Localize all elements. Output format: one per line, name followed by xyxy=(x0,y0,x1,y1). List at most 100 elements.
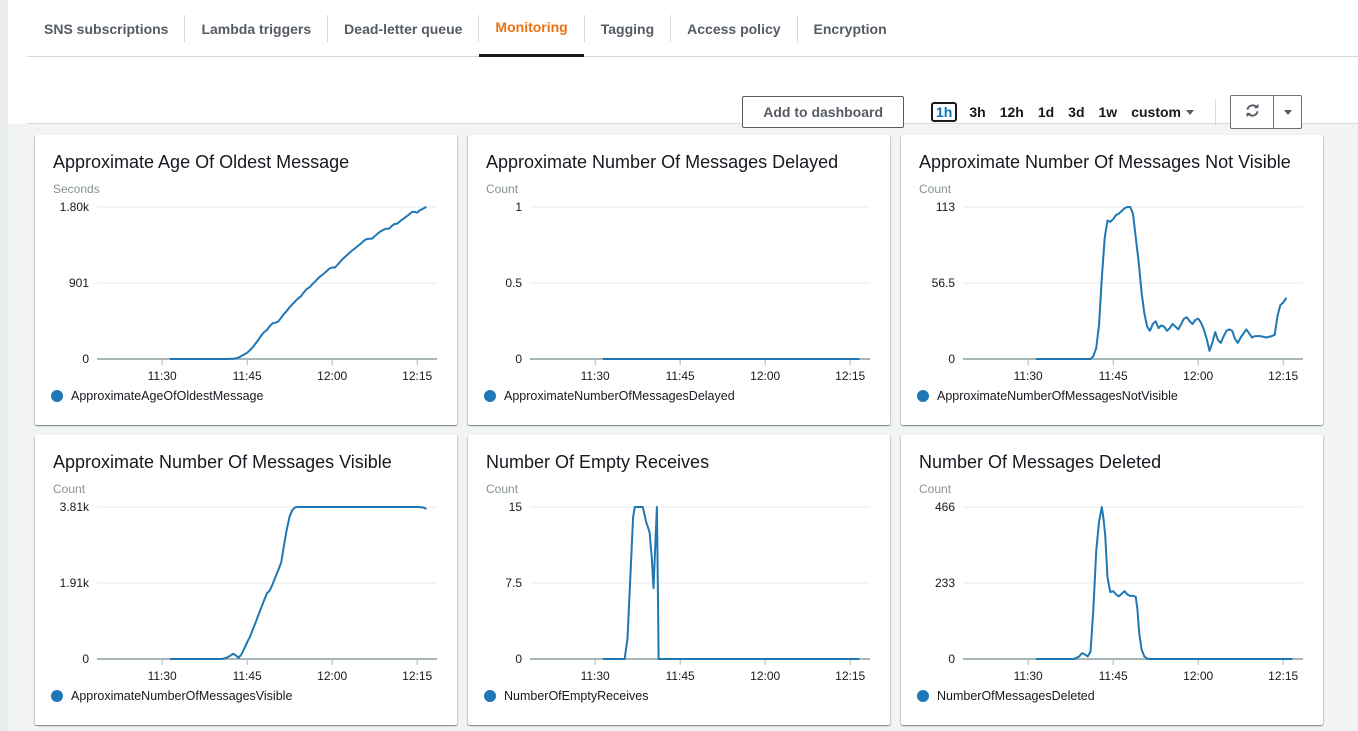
page-left-margin xyxy=(0,0,8,731)
svg-text:11:45: 11:45 xyxy=(666,669,695,683)
time-range-12h[interactable]: 12h xyxy=(1000,104,1024,120)
svg-text:12:00: 12:00 xyxy=(317,369,347,383)
legend-marker xyxy=(484,390,496,402)
add-to-dashboard-button[interactable]: Add to dashboard xyxy=(742,96,904,128)
chart-title: Number Of Messages Deleted xyxy=(919,450,1309,474)
time-range-3d[interactable]: 3d xyxy=(1068,104,1084,120)
tab-monitoring[interactable]: Monitoring xyxy=(479,0,583,57)
legend-marker xyxy=(484,690,496,702)
chart-canvas[interactable]: 3.81k1.91k011:3011:4512:0012:15 xyxy=(51,498,443,688)
svg-text:11:30: 11:30 xyxy=(581,369,610,383)
legend-label: NumberOfEmptyReceives xyxy=(504,689,649,703)
svg-text:11:45: 11:45 xyxy=(1099,369,1128,383)
tab-access-policy[interactable]: Access policy xyxy=(671,0,796,57)
time-range-custom[interactable]: custom xyxy=(1131,104,1194,120)
y-axis-unit-label: Count xyxy=(53,482,443,496)
svg-text:11:30: 11:30 xyxy=(1014,369,1043,383)
chart-canvas[interactable]: 113 56.5 0 11:30 11:45 12:00 12:15 xyxy=(917,198,1309,388)
svg-text:113: 113 xyxy=(936,200,955,214)
chart-title: Number Of Empty Receives xyxy=(486,450,876,474)
svg-text:0: 0 xyxy=(82,352,89,366)
y-axis-unit-label: Count xyxy=(486,182,876,196)
refresh-options-button[interactable] xyxy=(1274,95,1302,129)
svg-text:901: 901 xyxy=(69,276,89,290)
tab-encryption[interactable]: Encryption xyxy=(798,0,903,57)
svg-text:0.5: 0.5 xyxy=(505,276,522,290)
chart-card-messages-not-visible: Approximate Number Of Messages Not Visib… xyxy=(901,135,1323,425)
svg-text:3.81k: 3.81k xyxy=(60,500,90,514)
svg-text:56.5: 56.5 xyxy=(932,276,956,290)
refresh-split-button xyxy=(1230,95,1302,129)
svg-text:11:30: 11:30 xyxy=(148,369,177,383)
svg-text:0: 0 xyxy=(515,652,522,666)
chart-legend: NumberOfMessagesDeleted xyxy=(917,689,1309,703)
svg-text:12:15: 12:15 xyxy=(402,369,432,383)
svg-text:12:00: 12:00 xyxy=(317,669,347,683)
chart-legend: NumberOfEmptyReceives xyxy=(484,689,876,703)
svg-text:0: 0 xyxy=(948,652,955,666)
time-range-selector: 1h 3h 12h 1d 3d 1w custom xyxy=(926,102,1201,122)
refresh-icon xyxy=(1244,102,1261,122)
tab-sns-subscriptions[interactable]: SNS subscriptions xyxy=(28,0,184,57)
chart-card-messages-delayed: Approximate Number Of Messages Delayed C… xyxy=(468,135,890,425)
chart-grid: Approximate Age Of Oldest Message Second… xyxy=(35,135,1323,725)
svg-text:0: 0 xyxy=(82,652,89,666)
tab-tagging[interactable]: Tagging xyxy=(585,0,670,57)
svg-text:7.5: 7.5 xyxy=(505,576,522,590)
chart-legend: ApproximateNumberOfMessagesDelayed xyxy=(484,389,876,403)
refresh-button[interactable] xyxy=(1230,95,1274,129)
svg-text:0: 0 xyxy=(515,352,522,366)
metrics-toolbar: Add to dashboard 1h 3h 12h 1d 3d 1w cust… xyxy=(742,95,1302,129)
monitoring-content: Approximate Age Of Oldest Message Second… xyxy=(0,124,1358,731)
svg-text:11:45: 11:45 xyxy=(666,369,695,383)
time-range-1w[interactable]: 1w xyxy=(1099,104,1118,120)
svg-text:1.80k: 1.80k xyxy=(60,200,90,214)
caret-down-icon xyxy=(1186,110,1194,115)
svg-text:12:00: 12:00 xyxy=(750,669,780,683)
chart-card-empty-receives: Number Of Empty Receives Count 157.5011:… xyxy=(468,435,890,725)
legend-marker xyxy=(51,390,63,402)
legend-marker xyxy=(917,690,929,702)
legend-label: ApproximateAgeOfOldestMessage xyxy=(71,389,263,403)
time-range-1d[interactable]: 1d xyxy=(1038,104,1054,120)
legend-label: ApproximateNumberOfMessagesNotVisible xyxy=(937,389,1178,403)
svg-text:0: 0 xyxy=(948,352,955,366)
chart-title: Approximate Number Of Messages Delayed xyxy=(486,150,876,174)
svg-text:12:15: 12:15 xyxy=(835,669,865,683)
svg-text:233: 233 xyxy=(935,576,955,590)
svg-text:12:00: 12:00 xyxy=(1183,669,1213,683)
chart-canvas[interactable]: 1.80k 901 0 11:30 11:45 12:00 12:15 xyxy=(51,198,443,388)
svg-text:11:30: 11:30 xyxy=(1014,669,1043,683)
legend-label: ApproximateNumberOfMessagesDelayed xyxy=(504,389,735,403)
tab-bar: SNS subscriptions Lambda triggers Dead-l… xyxy=(0,0,1358,57)
chart-legend: ApproximateNumberOfMessagesVisible xyxy=(51,689,443,703)
tab-lambda-triggers[interactable]: Lambda triggers xyxy=(185,0,327,57)
chart-legend: ApproximateNumberOfMessagesNotVisible xyxy=(917,389,1309,403)
time-range-1h[interactable]: 1h xyxy=(931,102,957,122)
chart-title: Approximate Age Of Oldest Message xyxy=(53,150,443,174)
svg-text:11:45: 11:45 xyxy=(233,669,262,683)
chart-canvas[interactable]: 157.5011:3011:4512:0012:15 xyxy=(484,498,876,688)
svg-text:11:45: 11:45 xyxy=(233,369,262,383)
chart-canvas[interactable]: 10.5011:3011:4512:0012:15 xyxy=(484,198,876,388)
svg-text:11:30: 11:30 xyxy=(148,669,177,683)
chart-card-age-of-oldest-message: Approximate Age Of Oldest Message Second… xyxy=(35,135,457,425)
svg-text:12:00: 12:00 xyxy=(750,369,780,383)
chart-canvas[interactable]: 466233011:3011:4512:0012:15 xyxy=(917,498,1309,688)
toolbar-divider xyxy=(1215,99,1216,125)
chart-title: Approximate Number Of Messages Visible xyxy=(53,450,443,474)
legend-marker xyxy=(917,390,929,402)
svg-text:11:30: 11:30 xyxy=(581,669,610,683)
time-range-3h[interactable]: 3h xyxy=(969,104,985,120)
chart-title: Approximate Number Of Messages Not Visib… xyxy=(919,150,1309,174)
chart-card-messages-deleted: Number Of Messages Deleted Count 4662330… xyxy=(901,435,1323,725)
chart-legend: ApproximateAgeOfOldestMessage xyxy=(51,389,443,403)
legend-label: ApproximateNumberOfMessagesVisible xyxy=(71,689,292,703)
y-axis-unit-label: Count xyxy=(919,482,1309,496)
svg-text:1: 1 xyxy=(515,200,522,214)
svg-text:12:15: 12:15 xyxy=(1268,369,1298,383)
svg-text:12:00: 12:00 xyxy=(1183,369,1213,383)
tab-dead-letter-queue[interactable]: Dead-letter queue xyxy=(328,0,478,57)
svg-text:12:15: 12:15 xyxy=(1268,669,1298,683)
y-axis-unit-label: Count xyxy=(486,482,876,496)
